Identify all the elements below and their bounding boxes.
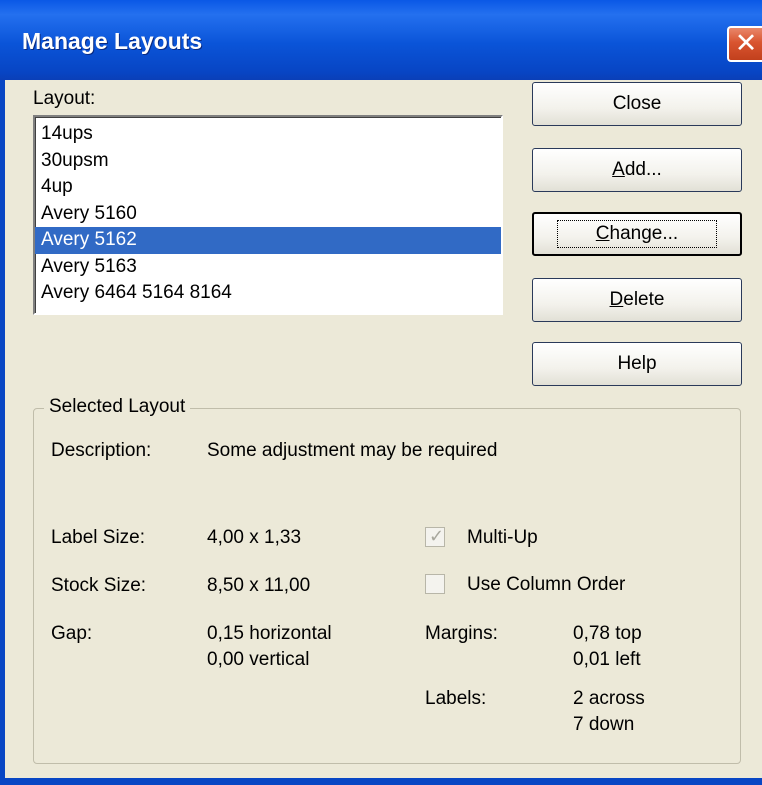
multi-up-label: Multi-Up [467, 527, 538, 548]
close-button-label: Close [612, 93, 662, 114]
window-title: Manage Layouts [22, 28, 203, 54]
layout-list-item-selected[interactable]: Avery 5162 [35, 227, 501, 254]
gap-vertical-value: 0,00 vertical [207, 649, 310, 670]
layout-list-item[interactable]: Avery 6464 5164 8164 [35, 280, 501, 307]
label-size-value: 4,00 x 1,33 [207, 527, 302, 548]
help-button-label: Help [617, 353, 657, 374]
labels-label: Labels: [425, 688, 487, 709]
gap-horizontal-value: 0,15 horizontal [207, 623, 332, 644]
label-size-label: Label Size: [51, 527, 146, 548]
add-button-label: Add... [612, 159, 662, 180]
column-order-checkbox[interactable] [425, 574, 445, 594]
margins-top-value: 0,78 top [573, 623, 642, 644]
column-order-label: Use Column Order [467, 574, 626, 595]
layout-listbox[interactable]: 14ups 30upsm 4up Avery 5160 Avery 5162 A… [33, 115, 503, 315]
change-button-label: Change... [556, 220, 718, 248]
layout-list-item[interactable]: 30upsm [35, 148, 501, 175]
labels-down-value: 7 down [573, 714, 635, 735]
layout-list-item[interactable]: Avery 5160 [35, 201, 501, 228]
delete-button-label: Delete [609, 289, 665, 310]
description-value: Some adjustment may be required [207, 440, 498, 461]
selected-layout-group-title: Selected Layout [44, 396, 191, 418]
change-button[interactable]: Change... [532, 212, 742, 256]
add-button[interactable]: Add... [532, 148, 742, 192]
close-button[interactable]: Close [532, 82, 742, 126]
margins-left-value: 0,01 left [573, 649, 641, 670]
gap-label: Gap: [51, 623, 93, 644]
window-border-bottom [0, 778, 762, 785]
checkmark-icon: ✓ [429, 526, 445, 546]
stock-size-label: Stock Size: [51, 575, 147, 596]
multi-up-checkbox[interactable]: ✓ [425, 526, 445, 547]
layout-list-label: Layout: [33, 88, 96, 109]
description-label: Description: [51, 440, 152, 461]
window-border-left [0, 80, 5, 785]
layout-list-item[interactable]: 4up [35, 174, 501, 201]
stock-size-value: 8,50 x 11,00 [207, 575, 311, 596]
labels-across-value: 2 across [573, 688, 645, 709]
margins-label: Margins: [425, 623, 498, 644]
layout-list-item[interactable]: Avery 5163 [35, 254, 501, 281]
delete-button[interactable]: Delete [532, 278, 742, 322]
close-window-icon[interactable]: ✕ [727, 26, 762, 62]
help-button[interactable]: Help [532, 342, 742, 386]
layout-list-item[interactable]: 14ups [35, 121, 501, 148]
